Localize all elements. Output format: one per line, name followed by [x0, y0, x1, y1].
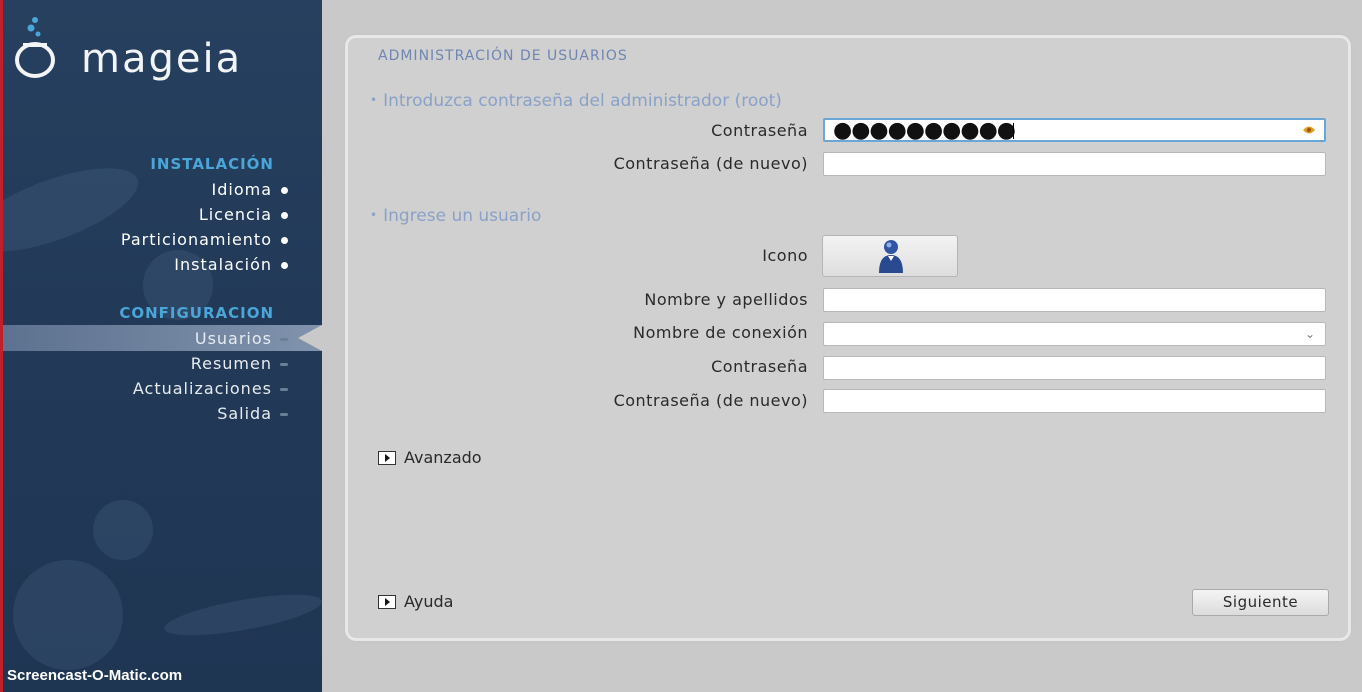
sidebar-item-salida: Salida	[217, 404, 288, 423]
bullet-icon: •	[370, 93, 378, 107]
user-icon-button[interactable]	[822, 235, 958, 277]
root-password-repeat-label: Contraseña (de nuevo)	[613, 154, 808, 173]
status-dash	[280, 413, 288, 416]
triangle-right-icon	[378, 451, 396, 465]
page-title: ADMINISTRACIÓN DE USUARIOS	[378, 48, 628, 64]
status-dot	[281, 237, 288, 244]
decorative-blossom	[93, 500, 153, 560]
active-item-pointer	[298, 325, 322, 351]
advanced-expander[interactable]: Avanzado	[378, 448, 482, 467]
login-label: Nombre de conexión	[633, 323, 808, 342]
status-dash	[280, 363, 288, 366]
sidebar-item-label: Actualizaciones	[132, 379, 272, 398]
watermark: Screencast-O-Matic.com	[7, 667, 183, 684]
status-dash	[280, 388, 288, 391]
bullet-icon: •	[370, 208, 378, 222]
login-combobox[interactable]: ⌄	[823, 322, 1326, 346]
user-heading-text: Ingrese un usuario	[383, 206, 542, 226]
sidebar-item-label: Idioma	[211, 180, 272, 199]
triangle-right-icon	[378, 595, 396, 609]
sidebar-item-particionamiento: Particionamiento	[120, 230, 288, 249]
sidebar-item-licencia: Licencia	[198, 205, 288, 224]
help-label: Ayuda	[404, 592, 454, 611]
sidebar-item-label: Licencia	[198, 205, 272, 224]
root-password-heading: • Introduzca contraseña del administrador…	[370, 91, 782, 111]
root-password-heading-text: Introduzca contraseña del administrador …	[383, 91, 782, 111]
sidebar-item-resumen: Resumen	[190, 354, 288, 373]
sidebar-item-label: Instalación	[174, 255, 272, 274]
status-dot	[281, 212, 288, 219]
icon-label: Icono	[762, 246, 808, 265]
sidebar-item-label: Resumen	[190, 354, 272, 373]
user-heading: • Ingrese un usuario	[370, 206, 541, 226]
user-icon	[879, 240, 903, 273]
mageia-logo: mageia	[13, 14, 313, 84]
next-button[interactable]: Siguiente	[1192, 589, 1329, 616]
help-expander[interactable]: Ayuda	[378, 592, 453, 611]
user-password-label: Contraseña	[711, 357, 808, 376]
decorative-blossom	[13, 560, 123, 670]
chevron-down-icon[interactable]: ⌄	[1305, 327, 1315, 341]
text-caret	[1013, 123, 1014, 139]
status-dot	[281, 187, 288, 194]
user-password-repeat-label: Contraseña (de nuevo)	[613, 391, 808, 410]
sidebar-item-usuarios: Usuarios	[194, 329, 288, 348]
status-dash	[280, 338, 288, 341]
mageia-cauldron-icon	[15, 17, 55, 78]
decorative-branch	[161, 586, 322, 644]
section-title-configuration: CONFIGURACION	[119, 304, 274, 322]
section-title-installation: INSTALACIÓN	[150, 155, 274, 173]
status-dot	[281, 262, 288, 269]
key-icon[interactable]	[1302, 125, 1316, 136]
root-password-label: Contraseña	[711, 121, 808, 140]
root-password-field[interactable]: ●●●●●●●●●●	[823, 118, 1326, 142]
active-item-highlight	[3, 325, 322, 351]
user-password-field[interactable]	[823, 356, 1326, 380]
sidebar-item-label: Salida	[217, 404, 272, 423]
user-password-repeat-field[interactable]	[823, 389, 1326, 413]
advanced-label: Avanzado	[404, 448, 482, 467]
decorative-branch	[3, 151, 148, 269]
root-password-value: ●●●●●●●●●●	[833, 118, 1016, 143]
sidebar-item-label: Usuarios	[194, 329, 272, 348]
sidebar-item-label: Particionamiento	[120, 230, 272, 249]
root-password-repeat-field[interactable]	[823, 152, 1326, 176]
user-management-panel: ADMINISTRACIÓN DE USUARIOS • Introduzca c…	[348, 38, 1348, 638]
sidebar-item-actualizaciones: Actualizaciones	[132, 379, 288, 398]
sidebar: mageia INSTALACIÓN Idioma Licencia Parti…	[0, 0, 322, 692]
brand-name: mageia	[81, 36, 243, 82]
fullname-field[interactable]	[823, 288, 1326, 312]
sidebar-item-instalacion: Instalación	[174, 255, 288, 274]
sidebar-item-idioma: Idioma	[211, 180, 288, 199]
fullname-label: Nombre y apellidos	[644, 290, 808, 309]
